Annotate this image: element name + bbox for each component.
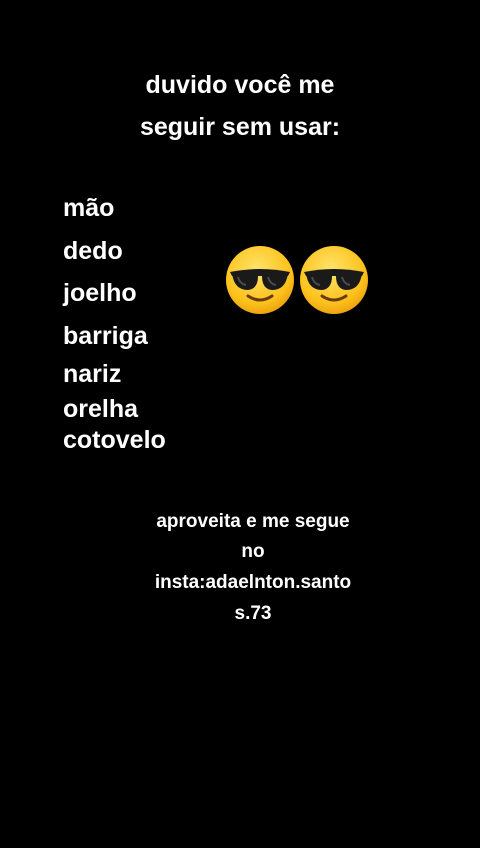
instagram-handle: insta:adaelnton.santo [154,572,352,593]
story-screen: duvido você me seguir sem usar: mão dedo… [0,0,480,848]
smiling-face-with-sunglasses-icon [226,246,294,314]
word-item: barriga [63,322,148,350]
title-line-2: seguir sem usar: [139,113,341,141]
word-item: mão [63,194,115,222]
instagram-handle-continued: s.73 [234,603,272,624]
word-item: orelha [63,395,139,423]
title-line-1: duvido você me [145,71,335,99]
word-item: dedo [63,237,123,265]
word-item: joelho [63,279,137,307]
word-item: cotovelo [63,426,166,454]
challenge-title: duvido você me seguir sem usar: [0,64,480,148]
smiling-face-with-sunglasses-icon [300,246,368,314]
emoji-row [224,244,374,318]
promo-line-1: aproveita e me segue [156,511,350,532]
word-item: nariz [63,360,122,388]
promo-line-2: no [241,541,265,562]
